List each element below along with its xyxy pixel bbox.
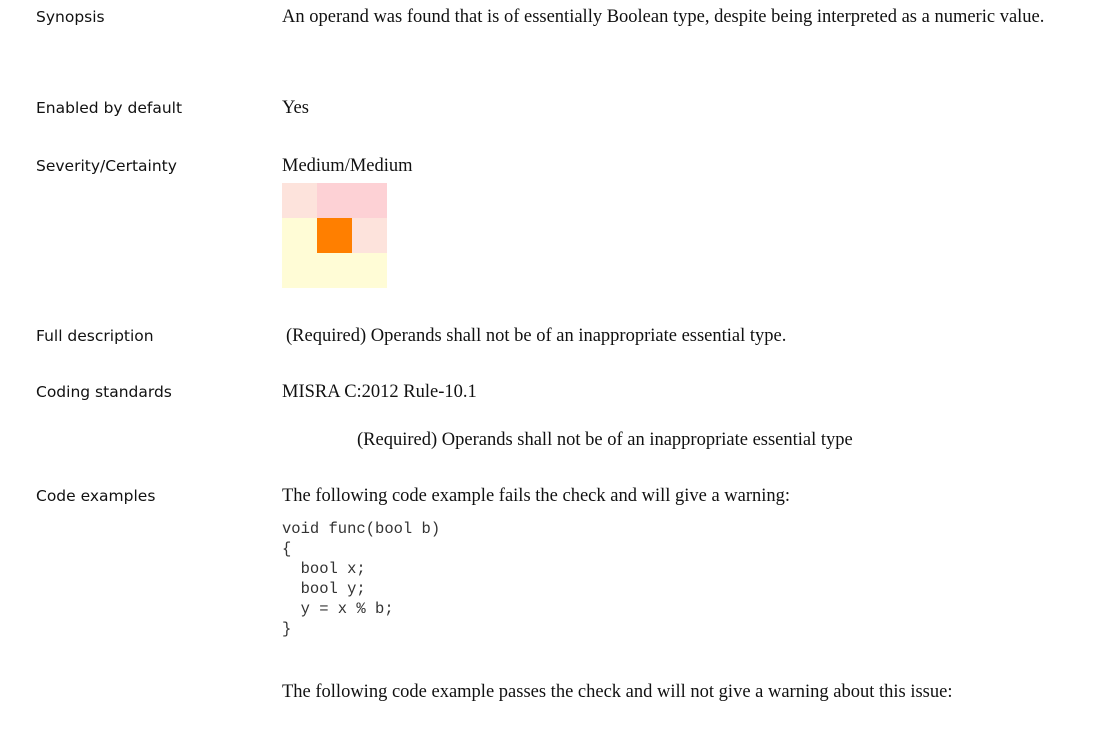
severity-text: Medium/Medium [282,156,413,176]
fail-code-block: void func(bool b) { bool x; bool y; y = … [282,520,441,638]
code-examples-label: Code examples [36,487,156,505]
pass-example-intro: The following code example passes the ch… [282,682,953,702]
severity-label: Severity/Certainty [36,157,177,175]
full-description-label: Full description [36,327,154,345]
severity-grid-cell [352,183,387,218]
coding-standards-label: Coding standards [36,383,172,401]
severity-grid-cell [352,218,387,253]
severity-certainty-grid [282,183,387,288]
severity-grid-cell [282,218,317,253]
enabled-text: Yes [282,98,309,118]
severity-grid-cell [282,253,317,288]
severity-grid-cell [317,183,352,218]
enabled-label: Enabled by default [36,99,183,117]
coding-standards-name: MISRA C:2012 Rule-10.1 [282,382,477,402]
synopsis-text: An operand was found that is of essentia… [282,7,1045,27]
severity-grid-cell [317,253,352,288]
severity-grid-cell [282,183,317,218]
severity-grid-cell [352,253,387,288]
full-description-text: (Required) Operands shall not be of an i… [286,326,787,346]
fail-example-intro: The following code example fails the che… [282,486,791,506]
severity-grid-cell [317,218,352,253]
coding-standards-detail: (Required) Operands shall not be of an i… [357,430,853,450]
synopsis-label: Synopsis [36,8,105,26]
